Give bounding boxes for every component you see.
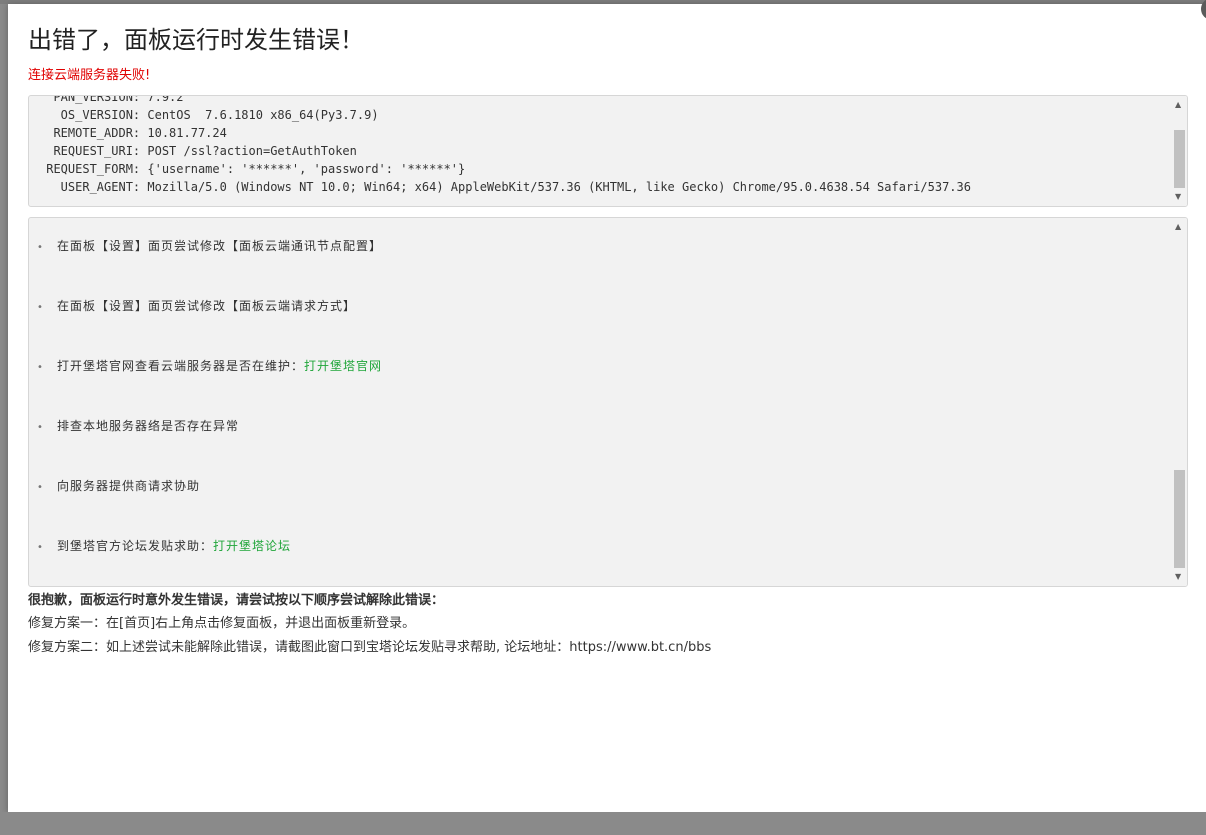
scroll-up-icon[interactable]: ▲ [1175,100,1181,110]
solution-link[interactable]: 打开堡塔论坛 [213,539,291,553]
solution-item: • 排查本地服务器络是否存在异常 [37,416,239,436]
fix-option-2: 修复方案二：如上述尝试未能解除此错误，请截图此窗口到宝塔论坛发贴寻求帮助, 论坛… [28,640,712,655]
scroll-up-icon[interactable]: ▲ [1175,222,1181,232]
error-dialog: ✕ 出错了，面板运行时发生错误！ 连接云端服务器失败! PAN_VERSION:… [8,0,1206,812]
solutions-scrollbar[interactable]: ▲ ▼ [1172,218,1187,586]
solution-item: • 向服务器提供商请求协助 [37,476,200,496]
solutions-panel[interactable]: • 在面板【设置】面页尝试修改【面板云端通讯节点配置】 • 在面板【设置】面页尝试修改… [28,217,1188,587]
bullet-icon: • [37,482,44,493]
help-notes: 很抱歉，面板运行时意外发生错误，请尝试按以下顺序尝试解除此错误： 修复方案一：在… [28,590,711,660]
bullet-icon: • [37,362,44,373]
solution-item: • 在面板【设置】面页尝试修改【面板云端通讯节点配置】 [37,236,382,256]
request-info-line: OS_VERSION: CentOS 7.6.1810 x86_64(Py3.7… [39,108,379,122]
solution-link[interactable]: 打开堡塔官网 [304,359,382,373]
solution-text: 在面板【设置】面页尝试修改【面板云端请求方式】 [57,299,357,313]
backdrop-bottom [0,812,1206,835]
request-info-lines: PAN_VERSION: 7.9.2 OS_VERSION: CentOS 7.… [39,95,1167,196]
request-info-line: PAN_VERSION: 7.9.2 [39,95,184,104]
solution-text: 向服务器提供商请求协助 [57,479,201,493]
request-info-line: REMOTE_ADDR: 10.81.77.24 [39,126,227,140]
help-heading: 很抱歉，面板运行时意外发生错误，请尝试按以下顺序尝试解除此错误： [28,593,445,608]
request-info-line: USER_AGENT: Mozilla/5.0 (Windows NT 10.0… [39,180,971,194]
request-info-line: REQUEST_FORM: {'username': '******', 'pa… [39,162,466,176]
scroll-down-icon[interactable]: ▼ [1175,572,1181,582]
request-info-panel[interactable]: PAN_VERSION: 7.9.2 OS_VERSION: CentOS 7.… [28,95,1188,207]
solution-text: 在面板【设置】面页尝试修改【面板云端通讯节点配置】 [57,239,383,253]
solution-item: • 到堡塔官方论坛发贴求助：打开堡塔论坛 [37,536,291,556]
bullet-icon: • [37,422,44,433]
solution-text: 到堡塔官方论坛发贴求助： [57,539,214,553]
dialog-title: 出错了，面板运行时发生错误！ [28,26,364,54]
scroll-thumb[interactable] [1174,470,1185,568]
request-info-line: REQUEST_URI: POST /ssl?action=GetAuthTok… [39,144,357,158]
solution-item: • 在面板【设置】面页尝试修改【面板云端请求方式】 [37,296,356,316]
scroll-thumb[interactable] [1174,130,1185,188]
solution-text: 打开堡塔官网查看云端服务器是否在维护： [57,359,305,373]
solution-item: • 打开堡塔官网查看云端服务器是否在维护：打开堡塔官网 [37,356,382,376]
request-info-scrollbar[interactable]: ▲ ▼ [1172,96,1187,206]
fix-option-1: 修复方案一：在[首页]右上角点击修复面板，并退出面板重新登录。 [28,616,416,631]
close-icon[interactable]: ✕ [1201,0,1206,20]
solution-text: 排查本地服务器络是否存在异常 [57,419,240,433]
bullet-icon: • [37,302,44,313]
error-message: 连接云端服务器失败! [28,68,151,83]
bullet-icon: • [37,542,44,553]
scroll-down-icon[interactable]: ▼ [1175,192,1181,202]
bullet-icon: • [37,242,44,253]
